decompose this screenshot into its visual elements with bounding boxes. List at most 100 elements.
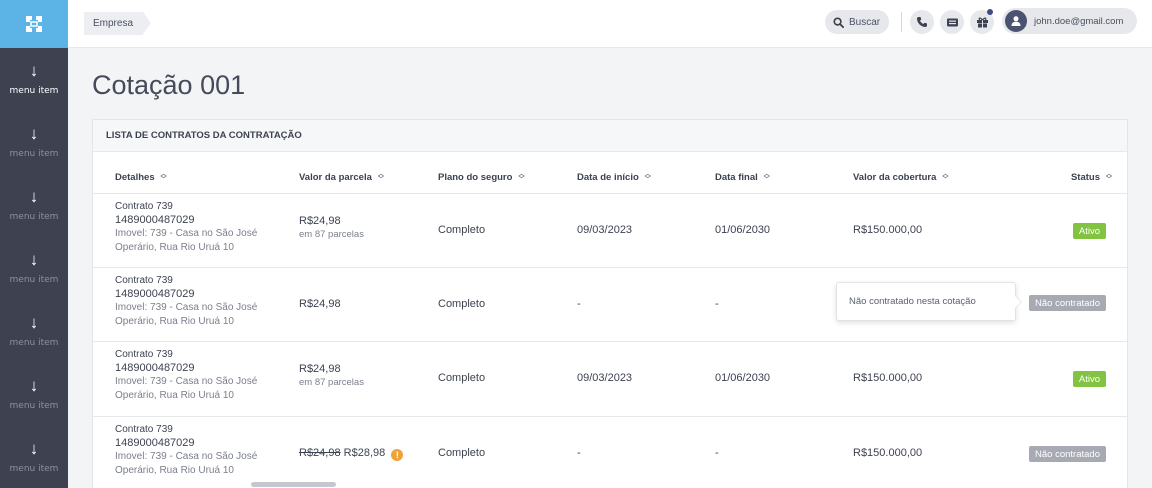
column-header-plano[interactable]: Plano do seguro ︿ ﹀ [438,171,525,184]
insurance-plan: Completo [438,224,486,236]
contract-name: Contrato 739 [115,201,173,212]
sidebar-item-5[interactable]: ↓ menu item [0,299,68,362]
property-line: Imovel: 739 - Casa no São José [115,376,258,387]
column-header-label: Data de início [577,172,639,183]
search-label: Buscar [849,16,881,28]
contract-number: 1489000487029 [115,436,195,449]
search-button[interactable]: Buscar [825,10,890,34]
start-date: 09/03/2023 [577,224,633,236]
status-badge: Ativo [1072,223,1106,239]
page-title: Cotação 001 [92,70,246,100]
status-tooltip: Não contratado nesta cotação [836,282,1022,321]
status-badge: Não contratado [1029,446,1106,462]
column-header-label: Plano do seguro [438,172,513,183]
installment-old-amount: R$24,98 [299,447,341,459]
user-email: john.doe@gmail.com [1034,15,1124,27]
sort-icon: ︿ ﹀ [160,171,167,183]
property-line: Imovel: 739 - Casa no São José [115,302,258,313]
column-header-valor-parcela[interactable]: Valor da parcela ︿ ﹀ [299,171,384,184]
logo-icon [26,16,42,32]
installment-value: R$24,98 [299,298,341,310]
table-row[interactable]: Contrato 739 1489000487029 Imovel: 739 -… [93,268,1127,342]
column-header-data-final[interactable]: Data final ︿ ﹀ [715,171,770,184]
sidebar-item-label: menu item [9,274,59,285]
status-badge: Ativo [1072,371,1106,387]
end-date: 01/06/2030 [715,372,771,384]
contract-number: 1489000487029 [115,361,195,374]
address-line: Operário, Rua Rio Uruá 10 [115,315,234,327]
breadcrumb-item: Empresa [93,18,134,29]
warning-icon[interactable]: ! [391,449,404,461]
sidebar-item-2[interactable]: ↓ menu item [0,110,68,173]
contract-name: Contrato 739 [115,424,173,435]
start-date: 09/03/2023 [577,372,633,384]
sidebar-item-label: menu item [9,400,59,411]
insurance-plan: Completo [438,447,486,459]
address-line: Operário, Rua Rio Uruá 10 [115,389,234,401]
column-header-detalhes[interactable]: Detalhes ︿ ﹀ [115,171,167,184]
sidebar-item-label: menu item [9,86,59,96]
sort-icon: ︿ ﹀ [518,171,525,183]
end-date: 01/06/2030 [715,224,771,236]
contract-name: Contrato 739 [115,275,173,286]
column-header-label: Status [1070,172,1100,183]
ticket-icon [946,18,958,26]
logo[interactable] [0,0,68,48]
address-line: Operário, Rua Rio Uruá 10 [115,241,234,253]
column-header-label: Valor da parcela [299,172,372,183]
table-row[interactable]: Contrato 739 1489000487029 Imovel: 739 -… [93,342,1127,417]
table-row[interactable]: Contrato 739 1489000487029 Imovel: 739 -… [93,417,1127,488]
contract-name: Contrato 739 [115,349,173,360]
sidebar-item-7[interactable]: ↓ menu item [0,425,68,488]
contract-details: Contrato 739 1489000487029 Imovel: 739 -… [115,423,257,477]
column-header-data-inicio[interactable]: Data de início ︿ ﹀ [577,171,651,184]
status-badge[interactable]: Não contratado [1029,295,1106,311]
sort-icon: ︿ ﹀ [763,171,770,183]
sidebar-item-6[interactable]: ↓ menu item [0,362,68,425]
avatar [1005,10,1027,32]
start-date: - [577,298,581,310]
sidebar-item-label: menu item [9,148,59,159]
coverage-value: R$150.000,00 [853,224,923,236]
column-header-label: Detalhes [115,172,155,183]
arrow-down-icon: ↓ [29,61,39,80]
column-header-status[interactable]: Status ︿ ﹀ [1070,171,1112,184]
arrow-down-icon: ↓ [29,438,39,458]
sort-icon: ︿ ﹀ [377,171,384,183]
sort-icon: ︿ ﹀ [1105,171,1112,183]
sidebar-item-3[interactable]: ↓ menu item [0,173,68,236]
contract-details: Contrato 739 1489000487029 Imovel: 739 -… [115,348,257,402]
card-title: LISTA DE CONTRATOS DA CONTRATAÇÃO [93,120,1127,152]
breadcrumb[interactable]: Empresa [84,12,152,35]
column-header-label: Valor da cobertura [853,172,937,183]
coverage-value: R$150.000,00 [853,447,923,459]
arrow-down-icon: ↓ [29,312,39,332]
user-menu[interactable]: john.doe@gmail.com [1002,8,1137,34]
installment-value: R$24,98 em 87 parcelas [299,215,364,240]
installment-value: R$24,98 R$28,98 ! [299,447,404,461]
gift-button[interactable] [970,9,994,34]
arrow-down-icon: ↓ [29,249,39,269]
horizontal-scrollbar[interactable] [251,482,336,487]
sort-icon: ︿ ﹀ [644,171,651,183]
ticket-button[interactable] [940,10,964,34]
end-date: - [715,447,719,459]
user-icon [1011,16,1021,26]
installment-amount: R$24,98 [299,363,341,375]
column-header-valor-cobertura[interactable]: Valor da cobertura ︿ ﹀ [853,172,948,184]
sidebar-item-4[interactable]: ↓ menu item [0,236,68,299]
gift-icon [976,17,988,28]
sidebar-item-label: menu item [9,337,59,348]
installment-amount: R$24,98 [299,215,341,227]
property-line: Imovel: 739 - Casa no São José [115,451,258,462]
phone-button[interactable] [910,10,934,34]
divider [901,12,902,32]
search-icon [833,16,844,28]
table-row[interactable]: Contrato 739 1489000487029 Imovel: 739 -… [93,194,1127,268]
contract-details: Contrato 739 1489000487029 Imovel: 739 -… [115,274,257,328]
contract-number: 1489000487029 [115,287,195,300]
installment-amount: R$28,98 [343,447,386,459]
property-line: Imovel: 739 - Casa no São José [115,228,258,239]
column-header-label: Data final [715,172,758,183]
sidebar-item-1[interactable]: ↓ menu item [0,48,68,110]
